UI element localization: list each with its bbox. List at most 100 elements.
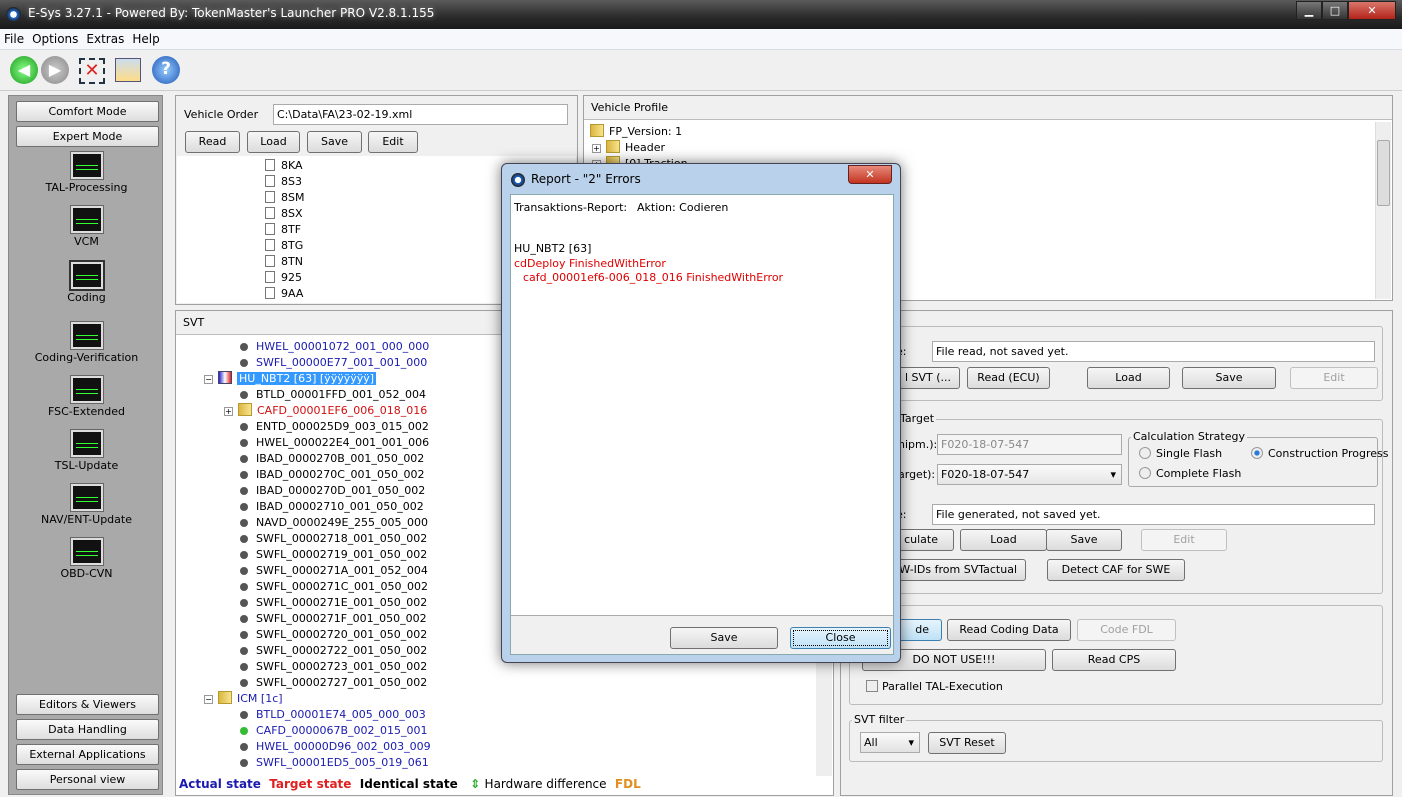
save-button[interactable]: Save	[307, 131, 362, 153]
radio-complete-flash[interactable]: Complete Flash	[1139, 466, 1241, 482]
vehicle-order-item[interactable]: 8TF	[265, 222, 301, 238]
scrollbar[interactable]	[1375, 122, 1391, 299]
sidebar-item-obd-cvn[interactable]: OBD-CVN	[9, 537, 164, 580]
svt-tree-row[interactable]: NAVD_0000249E_255_005_000	[240, 515, 428, 531]
sidebar-item-tal-processing[interactable]: TAL-Processing	[9, 151, 164, 194]
svt-tree-row[interactable]: IBAD_0000270D_001_050_002	[240, 483, 425, 499]
dialog-close-icon[interactable]: ✕	[848, 165, 892, 184]
target-status-field[interactable]: File generated, not saved yet.	[932, 504, 1375, 525]
read-ecu-button[interactable]: Read (ECU)	[967, 367, 1050, 389]
personal-view-button[interactable]: Personal view	[16, 769, 159, 790]
svt-tree-row[interactable]: SWFL_0000271C_001_050_002	[240, 579, 428, 595]
edit-button[interactable]: Edit	[368, 131, 418, 153]
istep-target-select[interactable]: F020-18-07-547 ▾	[937, 464, 1122, 485]
forward-arrow-icon[interactable]: ▶	[41, 56, 69, 84]
read-button[interactable]: Read	[185, 131, 240, 153]
svt-tree-row[interactable]: SWFL_00002718_001_050_002	[240, 531, 427, 547]
svt-tree-row[interactable]: BTLD_00001FFD_001_052_004	[240, 387, 426, 403]
svt-tree-row[interactable]: HWEL_00000D96_002_003_009	[240, 739, 431, 755]
dialog-close-button[interactable]: Close	[790, 627, 891, 649]
expert-mode-button[interactable]: Expert Mode	[16, 126, 159, 147]
back-arrow-icon[interactable]: ◀	[10, 56, 38, 84]
svt-tree-row[interactable]: SWFL_0000271F_001_050_002	[240, 611, 427, 627]
expand-icon[interactable]: +	[592, 144, 601, 153]
help-icon[interactable]: ?	[152, 56, 180, 84]
save-actual-button[interactable]: Save	[1182, 367, 1276, 389]
sidebar-item-tsl-update[interactable]: TSL-Update	[9, 429, 164, 472]
load-actual-button[interactable]: Load	[1087, 367, 1170, 389]
svt-tree-row[interactable]: BTLD_00001E74_005_000_003	[240, 707, 426, 723]
radio-single-flash[interactable]: Single Flash	[1139, 446, 1222, 462]
disconnect-icon[interactable]: ✕	[79, 58, 105, 84]
menu-help[interactable]: Help	[128, 29, 163, 46]
expand-icon[interactable]: +	[224, 407, 233, 416]
detect-caf-button[interactable]: Detect CAF for SWE	[1047, 559, 1185, 581]
svt-tree-row[interactable]: SWFL_00002719_001_050_002	[240, 547, 427, 563]
svt-tree-row[interactable]: SWFL_00002727_001_050_002	[240, 675, 427, 691]
external-applications-button[interactable]: External Applications	[16, 744, 159, 765]
vehicle-order-item[interactable]: 8S3	[265, 174, 302, 190]
svt-tree-row[interactable]: SWFL_00002720_001_050_002	[240, 627, 427, 643]
comfort-mode-button[interactable]: Comfort Mode	[16, 101, 159, 122]
svt-tree-row[interactable]: IBAD_00002710_001_050_002	[240, 499, 424, 515]
svt-tree-row[interactable]: ENTD_000025D9_003_015_002	[240, 419, 429, 435]
svt-tree-row[interactable]: IBAD_0000270B_001_050_002	[240, 451, 424, 467]
vehicle-order-item[interactable]: 8KA	[265, 158, 303, 174]
svt-tree-row[interactable]: HWEL_000022E4_001_001_006	[240, 435, 429, 451]
data-handling-button[interactable]: Data Handling	[16, 719, 159, 740]
vehicle-order-item[interactable]: 8SX	[265, 206, 303, 222]
vehicle-order-item[interactable]: 925	[265, 270, 302, 286]
maximize-button[interactable]: □	[1322, 1, 1348, 20]
svt-tree-row[interactable]: SWFL_0000271E_001_050_002	[240, 595, 427, 611]
close-window-button[interactable]: ✕	[1348, 1, 1396, 20]
minimize-button[interactable]: ▁	[1296, 1, 1322, 20]
sidebar-item-vcm[interactable]: VCM	[9, 205, 164, 248]
actual-status-field[interactable]: File read, not saved yet.	[932, 341, 1375, 362]
load-button[interactable]: Load	[247, 131, 300, 153]
svt-tree-row[interactable]: − HU_NBT2 [63] [ÿÿÿÿÿÿÿ]	[204, 371, 377, 387]
svt-tree-row[interactable]: SWFL_00001ED5_005_019_061	[240, 755, 429, 771]
svt-reset-button[interactable]: SVT Reset	[928, 732, 1006, 754]
sidebar-item-coding-verification[interactable]: Coding-Verification	[9, 321, 164, 364]
edit-target-button[interactable]: Edit	[1141, 529, 1227, 551]
menu-file[interactable]: File	[0, 29, 28, 46]
collapse-icon[interactable]: −	[204, 695, 213, 704]
svt-tree-row[interactable]: SWFL_00002723_001_050_002	[240, 659, 427, 675]
code-fdl-button[interactable]: Code FDL	[1077, 619, 1176, 641]
svt-tree-row[interactable]: SWFL_00002722_001_050_002	[240, 643, 427, 659]
svt-tree-row[interactable]: SWFL_0000271A_001_052_004	[240, 563, 428, 579]
menu-extras[interactable]: Extras	[82, 29, 128, 46]
parallel-tal-checkbox[interactable]: Parallel TAL-Execution	[866, 679, 1003, 695]
svt-tree-row[interactable]: SWFL_00000E77_001_001_000	[240, 355, 427, 371]
istep-shipm-select[interactable]: F020-18-07-547	[937, 434, 1122, 455]
read-cps-button[interactable]: Read CPS	[1052, 649, 1176, 671]
sidebar-item-nav-ent-update[interactable]: NAV/ENT-Update	[9, 483, 164, 526]
svt-filter-select[interactable]: All ▾	[860, 732, 920, 753]
radio-construction-progress[interactable]: Construction Progress	[1251, 446, 1388, 462]
vehicle-order-item[interactable]: 9AA	[265, 286, 303, 302]
report-text-area[interactable]: Transaktions-Report: Aktion: Codieren HU…	[511, 195, 893, 616]
edit-actual-button[interactable]: Edit	[1290, 367, 1378, 389]
svt-tree-row[interactable]: HWEL_00001072_001_000_000	[240, 339, 429, 355]
svt-tree-row[interactable]: + CAFD_00001EF6_006_018_016	[224, 403, 427, 419]
svt-tree-row[interactable]: − ICM [1c]	[204, 691, 283, 707]
vehicle-order-path-input[interactable]: C:\Data\FA\23-02-19.xml	[273, 104, 568, 125]
svt-tree-row[interactable]: CAFD_0000067B_002_015_001	[240, 723, 428, 739]
sidebar-item-coding[interactable]: Coding	[9, 260, 164, 304]
svt-tree-row[interactable]: IBAD_0000270C_001_050_002	[240, 467, 424, 483]
collapse-icon[interactable]: −	[204, 375, 213, 384]
tree-item[interactable]: + Header	[592, 140, 665, 156]
vehicle-order-item[interactable]: 8TN	[265, 254, 303, 270]
read-coding-data-button[interactable]: Read Coding Data	[947, 619, 1071, 641]
vehicle-order-item[interactable]: 8TG	[265, 238, 303, 254]
menu-options[interactable]: Options	[28, 29, 82, 46]
tree-item[interactable]: FP_Version: 1	[590, 124, 682, 140]
vehicle-order-item[interactable]: 8SM	[265, 190, 304, 206]
save-target-button[interactable]: Save	[1046, 529, 1122, 551]
dialog-save-button[interactable]: Save	[670, 627, 778, 649]
scroll-thumb[interactable]	[1377, 140, 1390, 206]
load-target-button[interactable]: Load	[960, 529, 1047, 551]
connect-icon[interactable]	[115, 58, 141, 82]
sidebar-item-fsc-extended[interactable]: FSC-Extended	[9, 375, 164, 418]
editors-viewers-button[interactable]: Editors & Viewers	[16, 694, 159, 715]
